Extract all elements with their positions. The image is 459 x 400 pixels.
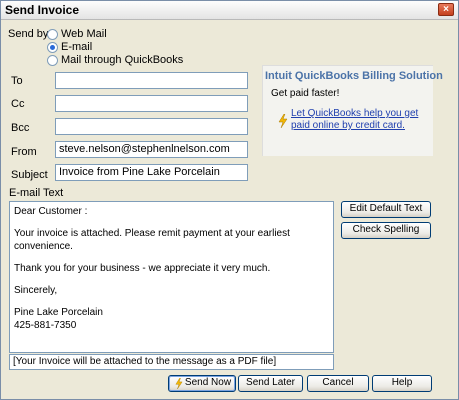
email-text-label: E-mail Text xyxy=(9,187,64,199)
email-body-textarea[interactable]: Dear Customer : Your invoice is attached… xyxy=(9,201,334,353)
lightning-bolt-icon xyxy=(278,114,288,128)
email-line: 425-881-7350 xyxy=(14,320,77,331)
bcc-label: Bcc xyxy=(11,122,30,134)
email-line: Thank you for your business - we appreci… xyxy=(14,263,271,274)
send-invoice-dialog: Send Invoice × Send by Web Mail E-mail M… xyxy=(0,0,459,400)
radio-email-label[interactable]: E-mail xyxy=(61,41,92,53)
radio-web-mail[interactable] xyxy=(47,29,58,40)
from-field[interactable]: steve.nelson@stephenlnelson.com xyxy=(55,141,248,158)
cc-field[interactable] xyxy=(55,95,248,112)
dialog-title: Send Invoice xyxy=(5,3,80,17)
send-by-label: Send by xyxy=(8,28,49,40)
email-line: Dear Customer : xyxy=(14,206,88,217)
send-later-button[interactable]: Send Later xyxy=(238,375,303,392)
billing-solution-panel: Intuit QuickBooks Billing Solution Get p… xyxy=(262,65,443,156)
close-icon[interactable]: × xyxy=(438,3,454,16)
email-line: Pine Lake Porcelain xyxy=(14,307,103,318)
check-spelling-button[interactable]: Check Spelling xyxy=(341,222,431,239)
subject-label: Subject xyxy=(11,169,48,181)
email-line: Your invoice is attached. Please remit p… xyxy=(14,228,290,252)
radio-web-mail-label[interactable]: Web Mail xyxy=(61,28,107,40)
lightning-bolt-icon xyxy=(175,378,183,389)
bcc-field[interactable] xyxy=(55,118,248,135)
send-now-button[interactable]: Send Now xyxy=(168,375,236,392)
promo-title: Intuit QuickBooks Billing Solution xyxy=(265,70,443,82)
promo-subtitle: Get paid faster! xyxy=(271,88,340,99)
radio-mail-through-quickbooks-label[interactable]: Mail through QuickBooks xyxy=(61,54,183,66)
from-label: From xyxy=(11,146,37,158)
title-bar: Send Invoice × xyxy=(1,1,458,20)
to-field[interactable] xyxy=(55,72,248,89)
cc-label: Cc xyxy=(11,98,25,110)
get-paid-online-link[interactable]: Let QuickBooks help you get paid online … xyxy=(291,108,421,132)
radio-email[interactable] xyxy=(47,42,58,53)
help-button[interactable]: Help xyxy=(372,375,432,392)
subject-field[interactable]: Invoice from Pine Lake Porcelain xyxy=(55,164,248,181)
cancel-button[interactable]: Cancel xyxy=(307,375,369,392)
email-line: Sincerely, xyxy=(14,285,58,296)
radio-mail-through-quickbooks[interactable] xyxy=(47,55,58,66)
attachment-note: [Your Invoice will be attached to the me… xyxy=(9,354,334,370)
to-label: To xyxy=(11,75,23,87)
edit-default-text-button[interactable]: Edit Default Text xyxy=(341,201,431,218)
